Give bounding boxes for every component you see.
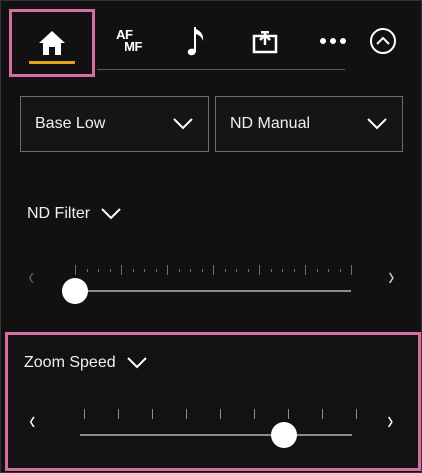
nd-filter-tick [340, 269, 341, 272]
nd-filter-slider[interactable] [62, 257, 352, 307]
tab-bar-divider [97, 69, 345, 70]
nd-filter-tick [271, 269, 272, 272]
home-icon [39, 31, 65, 55]
nd-filter-decrease-button[interactable]: ‹ [28, 263, 34, 289]
nd-filter-menu[interactable]: ND Filter [27, 205, 122, 223]
active-tab-indicator [29, 61, 75, 64]
nd-filter-tick [87, 269, 88, 272]
zoom-speed-section: Zoom Speed ‹ › [5, 332, 421, 471]
nd-filter-tick [351, 265, 352, 275]
chevron-down-icon [101, 208, 121, 220]
zoom-speed-tick [254, 409, 255, 419]
tab-home[interactable] [9, 9, 95, 77]
top-tab-bar: AF MF [1, 1, 422, 81]
zoom-speed-label: Zoom Speed [24, 354, 116, 371]
nd-filter-increase-button[interactable]: › [388, 263, 394, 289]
af-mf-icon: AF MF [116, 28, 142, 54]
zoom-speed-tick [152, 409, 153, 419]
nd-filter-tick [294, 269, 295, 272]
zoom-speed-decrease-button[interactable]: ‹ [29, 407, 35, 433]
nd-filter-tick [317, 269, 318, 272]
nd-mode-dropdown[interactable]: ND Manual [215, 96, 403, 152]
nd-filter-tick [236, 269, 237, 272]
nd-filter-tick [98, 269, 99, 272]
nd-filter-tick [213, 265, 214, 275]
chevron-down-icon [367, 118, 387, 130]
zoom-speed-tick [288, 409, 289, 419]
music-note-icon [187, 27, 204, 56]
zoom-speed-thumb[interactable] [271, 422, 297, 448]
nd-filter-tick [156, 269, 157, 272]
base-sensitivity-dropdown[interactable]: Base Low [20, 96, 209, 152]
nd-filter-tick [225, 269, 226, 272]
more-icon [320, 38, 346, 44]
zoom-speed-tick [220, 409, 221, 419]
base-sensitivity-value: Base Low [35, 115, 106, 132]
nd-filter-tick [75, 265, 76, 275]
nd-mode-value: ND Manual [230, 115, 311, 132]
nd-filter-tick [259, 265, 260, 275]
nd-filter-track [75, 290, 351, 292]
nd-filter-tick [110, 269, 111, 272]
chevron-down-icon [173, 118, 193, 130]
zoom-speed-track [80, 434, 352, 436]
tab-audio[interactable] [165, 9, 229, 73]
nd-filter-tick [305, 265, 306, 275]
nd-filter-thumb[interactable] [62, 278, 88, 304]
chevron-down-icon [126, 357, 147, 369]
nd-filter-tick [202, 269, 203, 272]
mf-label: MF [124, 39, 142, 54]
zoom-speed-slider[interactable] [80, 399, 357, 449]
chevron-up-circle-icon [370, 28, 396, 54]
collapse-button[interactable] [351, 9, 415, 73]
nd-filter-tick [144, 269, 145, 272]
nd-filter-tick [248, 269, 249, 272]
nd-filter-tick [121, 265, 122, 275]
nd-filter-tick [282, 269, 283, 272]
nd-filter-tick [179, 269, 180, 272]
zoom-speed-tick [84, 409, 85, 419]
zoom-speed-tick [118, 409, 119, 419]
zoom-speed-increase-button[interactable]: › [387, 407, 393, 433]
upload-icon [252, 31, 278, 54]
zoom-speed-tick [322, 409, 323, 419]
nd-filter-tick [328, 269, 329, 272]
nd-filter-tick [190, 269, 191, 272]
nd-filter-label: ND Filter [27, 205, 91, 222]
zoom-speed-tick [186, 409, 187, 419]
camera-control-panel: AF MF Base Low ND Manual ND Filter ‹ › Z… [0, 0, 422, 473]
nd-filter-tick [133, 269, 134, 272]
zoom-speed-tick [356, 409, 357, 419]
zoom-speed-menu[interactable]: Zoom Speed [24, 354, 148, 372]
nd-filter-tick [167, 265, 168, 275]
tab-media[interactable] [233, 9, 297, 73]
tab-af-mf[interactable]: AF MF [97, 9, 161, 73]
